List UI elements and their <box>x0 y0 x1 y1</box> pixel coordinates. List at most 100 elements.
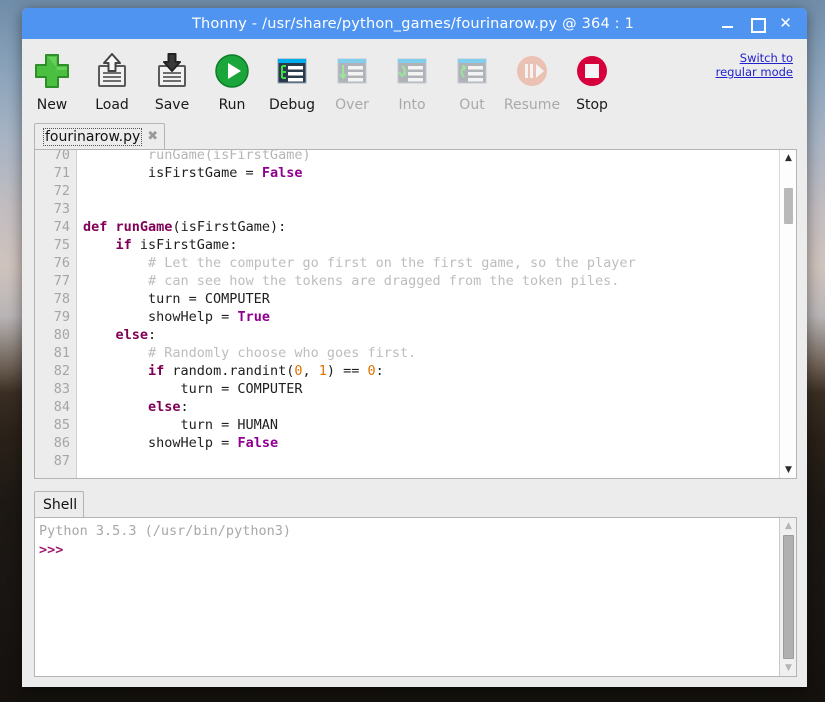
code-line: else: <box>83 398 779 416</box>
shell-prompt: >>> <box>39 541 779 560</box>
code-line: turn = COMPUTER <box>83 380 779 398</box>
shell-panel: Python 3.5.3 (/usr/bin/python3) >>> ▲ ▼ <box>34 517 797 677</box>
editor-tab-fourinarow[interactable]: fourinarow.py ✖ <box>34 123 165 149</box>
code-text-area[interactable]: runGame(isFirstGame) isFirstGame = False… <box>77 150 779 478</box>
code-line: turn = HUMAN <box>83 416 779 434</box>
toolbar-label-into: Into <box>398 97 425 113</box>
maximize-button[interactable] <box>749 16 764 31</box>
load-floppy-icon <box>90 49 134 93</box>
switch-mode-line2: regular mode <box>716 65 793 79</box>
scroll-up-icon[interactable]: ▲ <box>780 518 797 534</box>
line-number: 78 <box>35 290 70 308</box>
close-icon[interactable]: ✖ <box>147 129 158 144</box>
toolbar-button-debug[interactable]: Debug <box>262 45 322 113</box>
scroll-down-icon[interactable]: ▼ <box>780 462 797 478</box>
editor-tab-label: fourinarow.py <box>43 128 142 146</box>
line-number: 77 <box>35 272 70 290</box>
line-number: 71 <box>35 164 70 182</box>
thonny-window: Thonny - /usr/share/python_games/fourina… <box>22 8 807 687</box>
toolbar-label-run: Run <box>219 97 246 113</box>
code-line: showHelp = False <box>83 434 779 452</box>
run-play-icon <box>210 49 254 93</box>
line-number: 72 <box>35 182 70 200</box>
shell-tab-row: Shell <box>34 491 797 517</box>
scroll-up-icon[interactable]: ▲ <box>780 150 797 166</box>
toolbar-label-resume: Resume <box>504 97 560 113</box>
stop-icon <box>570 49 614 93</box>
line-number: 82 <box>35 362 70 380</box>
line-number: 86 <box>35 434 70 452</box>
line-number: 74 <box>35 218 70 236</box>
toolbar-label-out: Out <box>459 97 484 113</box>
code-line: # Randomly choose who goes first. <box>83 344 779 362</box>
code-line: if random.randint(0, 1) == 0: <box>83 362 779 380</box>
code-line <box>83 182 779 200</box>
step-out-icon <box>450 49 494 93</box>
toolbar-label-debug: Debug <box>269 97 315 113</box>
line-number: 87 <box>35 452 70 470</box>
close-button[interactable]: ✕ <box>778 16 793 31</box>
code-line: def runGame(isFirstGame): <box>83 218 779 236</box>
line-number: 83 <box>35 380 70 398</box>
shell-notebook: Shell Python 3.5.3 (/usr/bin/python3) >>… <box>34 491 797 677</box>
toolbar-button-out[interactable]: Out <box>442 45 502 113</box>
switch-mode-line1: Switch to <box>716 51 793 65</box>
shell-tab-label: Shell <box>43 497 77 513</box>
step-over-icon <box>330 49 374 93</box>
line-number: 75 <box>35 236 70 254</box>
code-line: else: <box>83 326 779 344</box>
toolbar-button-over[interactable]: Over <box>322 45 382 113</box>
editor-notebook: fourinarow.py ✖ 707172737475767778798081… <box>34 123 797 479</box>
code-line: isFirstGame = False <box>83 164 779 182</box>
toolbar-label-new: New <box>37 97 68 113</box>
line-number-gutter: 707172737475767778798081828384858687 <box>35 150 77 478</box>
scrollbar-thumb[interactable] <box>784 188 793 224</box>
code-line: turn = COMPUTER <box>83 290 779 308</box>
toolbar-label-over: Over <box>335 97 369 113</box>
line-number: 70 <box>35 150 70 164</box>
code-line: runGame(isFirstGame) <box>83 150 779 164</box>
code-line: if isFirstGame: <box>83 236 779 254</box>
save-floppy-icon <box>150 49 194 93</box>
toolbar-label-stop: Stop <box>576 97 608 113</box>
toolbar-label-load: Load <box>95 97 129 113</box>
window-title: Thonny - /usr/share/python_games/fourina… <box>22 16 720 32</box>
new-plus-icon <box>30 49 74 93</box>
shell-output-line: Python 3.5.3 (/usr/bin/python3) <box>39 522 779 541</box>
line-number: 76 <box>35 254 70 272</box>
editor-vertical-scrollbar[interactable]: ▲ ▼ <box>779 150 796 478</box>
code-editor-panel: 707172737475767778798081828384858687 run… <box>34 149 797 479</box>
toolbar-button-resume[interactable]: Resume <box>502 45 562 113</box>
code-line <box>83 200 779 218</box>
toolbar-button-run[interactable]: Run <box>202 45 262 113</box>
toolbar-label-save: Save <box>155 97 189 113</box>
toolbar: New Load <box>22 39 807 123</box>
toolbar-button-new[interactable]: New <box>22 45 82 113</box>
code-line <box>83 452 779 470</box>
toolbar-button-load[interactable]: Load <box>82 45 142 113</box>
code-line: # can see how the tokens are dragged fro… <box>83 272 779 290</box>
shell-vertical-scrollbar[interactable]: ▲ ▼ <box>779 518 796 676</box>
code-line: showHelp = True <box>83 308 779 326</box>
step-into-icon <box>390 49 434 93</box>
window-controls: ✕ <box>720 16 807 31</box>
resume-icon <box>510 49 554 93</box>
toolbar-button-stop[interactable]: Stop <box>562 45 622 113</box>
editor-tab-row: fourinarow.py ✖ <box>34 123 797 149</box>
scroll-down-icon[interactable]: ▼ <box>780 660 797 676</box>
toolbar-button-save[interactable]: Save <box>142 45 202 113</box>
shell-text-area[interactable]: Python 3.5.3 (/usr/bin/python3) >>> <box>35 518 779 676</box>
minimize-button[interactable] <box>720 16 735 31</box>
shell-tab[interactable]: Shell <box>34 491 84 517</box>
scrollbar-thumb[interactable] <box>783 535 794 659</box>
line-number: 79 <box>35 308 70 326</box>
title-bar: Thonny - /usr/share/python_games/fourina… <box>22 8 807 39</box>
toolbar-button-into[interactable]: Into <box>382 45 442 113</box>
code-line: # Let the computer go first on the first… <box>83 254 779 272</box>
line-number: 81 <box>35 344 70 362</box>
line-number: 84 <box>35 398 70 416</box>
switch-mode-link[interactable]: Switch to regular mode <box>716 51 793 79</box>
line-number: 85 <box>35 416 70 434</box>
debug-window-icon <box>270 49 314 93</box>
line-number: 73 <box>35 200 70 218</box>
